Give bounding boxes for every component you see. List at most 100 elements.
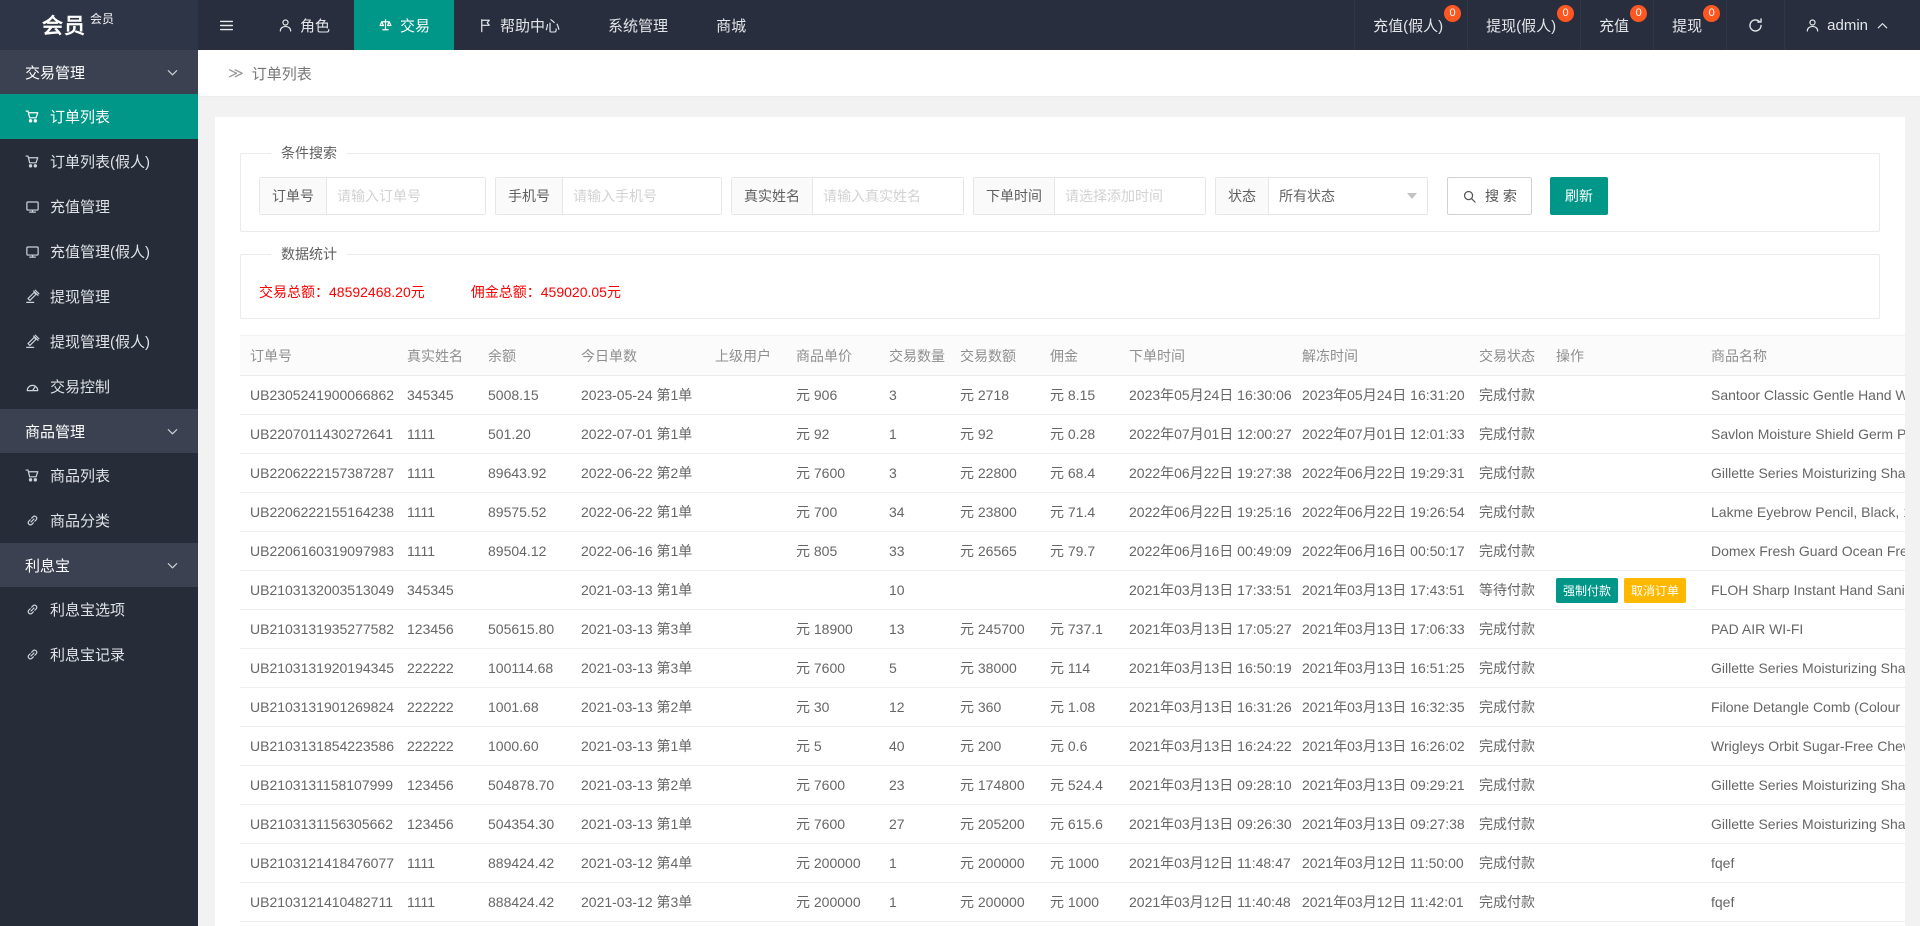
cell-commission: 元 1.08 — [1040, 687, 1119, 727]
top-menu-item[interactable]: 交易 — [354, 0, 455, 50]
cell-order_no: UB2206222157387287 — [240, 453, 397, 493]
cell-order_time: 2021年03月13日 16:24:22 — [1119, 726, 1292, 766]
column-header: 交易数量 — [879, 335, 950, 376]
cell-unit_price: 元 200000 — [786, 882, 879, 922]
search-button[interactable]: 搜 索 — [1447, 177, 1532, 215]
cell-real_name: 222222 — [397, 687, 478, 727]
cell-today_count: 2021-03-12 第3单 — [571, 882, 705, 922]
sidebar-group-header[interactable]: 商品管理 — [0, 409, 198, 453]
sidebar-item[interactable]: 充值管理 — [0, 184, 198, 229]
top-menu-item[interactable]: 角色 — [254, 0, 354, 50]
sidebar-group-header[interactable]: 交易管理 — [0, 50, 198, 94]
cell-unfreeze_time: 2021年03月13日 16:51:25 — [1292, 648, 1469, 688]
status-select[interactable]: 所有状态 — [1269, 178, 1427, 214]
sidebar-item[interactable]: 利息宝记录 — [0, 632, 198, 677]
cell-order_time: 2022年06月22日 19:25:16 — [1119, 492, 1292, 532]
sidebar-item-label: 充值管理(假人) — [50, 244, 150, 261]
sidebar-group-header[interactable]: 利息宝 — [0, 543, 198, 587]
field-input[interactable] — [563, 178, 721, 214]
cell-today_count: 2021-03-13 第1单 — [571, 570, 705, 610]
cell-today_count: 2022-06-22 第2单 — [571, 453, 705, 493]
cart-icon — [25, 110, 39, 123]
brand-logo[interactable]: 会员 会员 — [0, 0, 198, 50]
notification-badge: 0 — [1557, 5, 1575, 22]
cell-commission: 元 114 — [1040, 648, 1119, 688]
sidebar-item[interactable]: 商品列表 — [0, 453, 198, 498]
cell-order_no: UB2103121418476077 — [240, 843, 397, 883]
link-icon — [27, 604, 38, 615]
cell-product: Santoor Classic Gentle Hand Wash, — [1701, 375, 1905, 415]
sidebar-item[interactable]: 商品分类 — [0, 498, 198, 543]
cell-unit_price: 元 906 — [786, 375, 879, 415]
field-input[interactable] — [327, 178, 485, 214]
sidebar-item[interactable]: 提现管理 — [0, 274, 198, 319]
cancel-order-button[interactable]: 取消订单 — [1624, 577, 1687, 603]
cell-commission: 元 1000 — [1040, 843, 1119, 883]
sidebar-item[interactable]: 订单列表(假人) — [0, 139, 198, 184]
table-row: UB2103132003513049 345345 2021-03-13 第1单 10… — [240, 570, 1905, 610]
sidebar-item[interactable]: 交易控制 — [0, 364, 198, 409]
cell-status: 完成付款 — [1469, 648, 1546, 688]
table-row: UB2206160319097983 1111 89504.12 2022-06-16… — [240, 531, 1905, 571]
cell-order_time: 2022年07月01日 12:00:27 — [1119, 414, 1292, 454]
refresh-button[interactable]: 刷新 — [1549, 177, 1608, 215]
cell-real_name: 222222 — [397, 726, 478, 766]
field-input[interactable] — [813, 178, 963, 214]
cell-qty: 23 — [879, 765, 950, 805]
refresh-icon-button[interactable] — [1726, 0, 1784, 50]
cell-balance: 505615.80 — [478, 609, 571, 649]
cell-qty: 1 — [879, 843, 950, 883]
flag-icon — [481, 18, 490, 32]
cell-unfreeze_time: 2021年03月13日 17:43:51 — [1292, 570, 1469, 610]
scales-icon — [379, 18, 392, 30]
cell-balance: 887424.42 — [478, 921, 571, 926]
sidebar-item-label: 利息宝选项 — [50, 602, 126, 619]
cell-commission: 元 615.6 — [1040, 804, 1119, 844]
cell-amount: 元 200 — [950, 726, 1040, 766]
top-quick-link[interactable]: 提现 0 — [1653, 0, 1726, 50]
table-row: UB2103131901269824 222222 1001.68 2021-03-1… — [240, 687, 1905, 727]
orders-table-wrap: 订单号 真实姓名 余额 今日单数 上级用户 商品单价 交易数量 交易数额 佣金 下单时间 解冻时间交… — [240, 335, 1905, 926]
sidebar: 交易管理 订单列表 订单列表(假人) 充值管理充值管理(假人) 提现管理提现管理(假人)… — [0, 50, 198, 926]
cell-order_no: UB2103131920194345 — [240, 648, 397, 688]
sidebar-item-label: 利息宝记录 — [50, 647, 126, 664]
top-menu-item[interactable]: 系统管理 — [584, 0, 692, 50]
commission-total: 佣金总额：459020.05元 — [470, 284, 621, 300]
cell-parent_user — [705, 414, 786, 454]
hamburger-menu-icon[interactable] — [198, 0, 254, 50]
top-menu-item[interactable]: 帮助中心 — [454, 0, 584, 50]
cell-qty: 27 — [879, 804, 950, 844]
cell-balance: 1000.60 — [478, 726, 571, 766]
chevron-down-icon — [167, 563, 178, 569]
user-menu[interactable]: admin — [1784, 0, 1920, 50]
gavel-icon — [26, 289, 40, 304]
cell-today_count: 2022-07-01 第1单 — [571, 414, 705, 454]
cell-amount: 元 245700 — [950, 609, 1040, 649]
top-menu-item[interactable]: 商城 — [692, 0, 770, 50]
cell-commission: 元 68.4 — [1040, 453, 1119, 493]
top-quick-link[interactable]: 充值(假人) 0 — [1354, 0, 1467, 50]
cell-actions — [1546, 492, 1701, 532]
column-header: 真实姓名 — [397, 335, 478, 376]
sidebar-item[interactable]: 提现管理(假人) — [0, 319, 198, 364]
cell-actions — [1546, 687, 1701, 727]
top-quick-link[interactable]: 提现(假人) 0 — [1467, 0, 1580, 50]
cell-order_time: 2023年05月24日 16:30:06 — [1119, 375, 1292, 415]
sidebar-item[interactable]: 充值管理(假人) — [0, 229, 198, 274]
main-content: ≫ 订单列表 条件搜索 订单号手机号真实姓名下单时间状态所有状态搜 索刷新 数据… — [198, 50, 1920, 926]
cell-today_count: 2023-05-24 第1单 — [571, 375, 705, 415]
cell-product: PAD AIR WI-FI — [1701, 609, 1905, 649]
force-pay-button[interactable]: 强制付款 — [1556, 577, 1619, 603]
cell-parent_user — [705, 375, 786, 415]
sidebar-item[interactable]: 利息宝选项 — [0, 587, 198, 632]
cell-unfreeze_time: 2021年03月12日 11:31:05 — [1292, 921, 1469, 926]
field-input[interactable] — [1055, 178, 1205, 214]
table-row: UB2103121418476077 1111 889424.42 2021-03-1… — [240, 843, 1905, 883]
sidebar-item[interactable]: 订单列表 — [0, 94, 198, 139]
sidebar-item-label: 商品列表 — [50, 468, 111, 485]
sidebar-item-label: 提现管理(假人) — [50, 334, 150, 351]
top-quick-link[interactable]: 充值 0 — [1580, 0, 1653, 50]
cell-today_count: 2021-03-13 第2单 — [571, 687, 705, 727]
gavel-icon — [26, 334, 40, 349]
cell-unit_price: 元 7600 — [786, 804, 879, 844]
